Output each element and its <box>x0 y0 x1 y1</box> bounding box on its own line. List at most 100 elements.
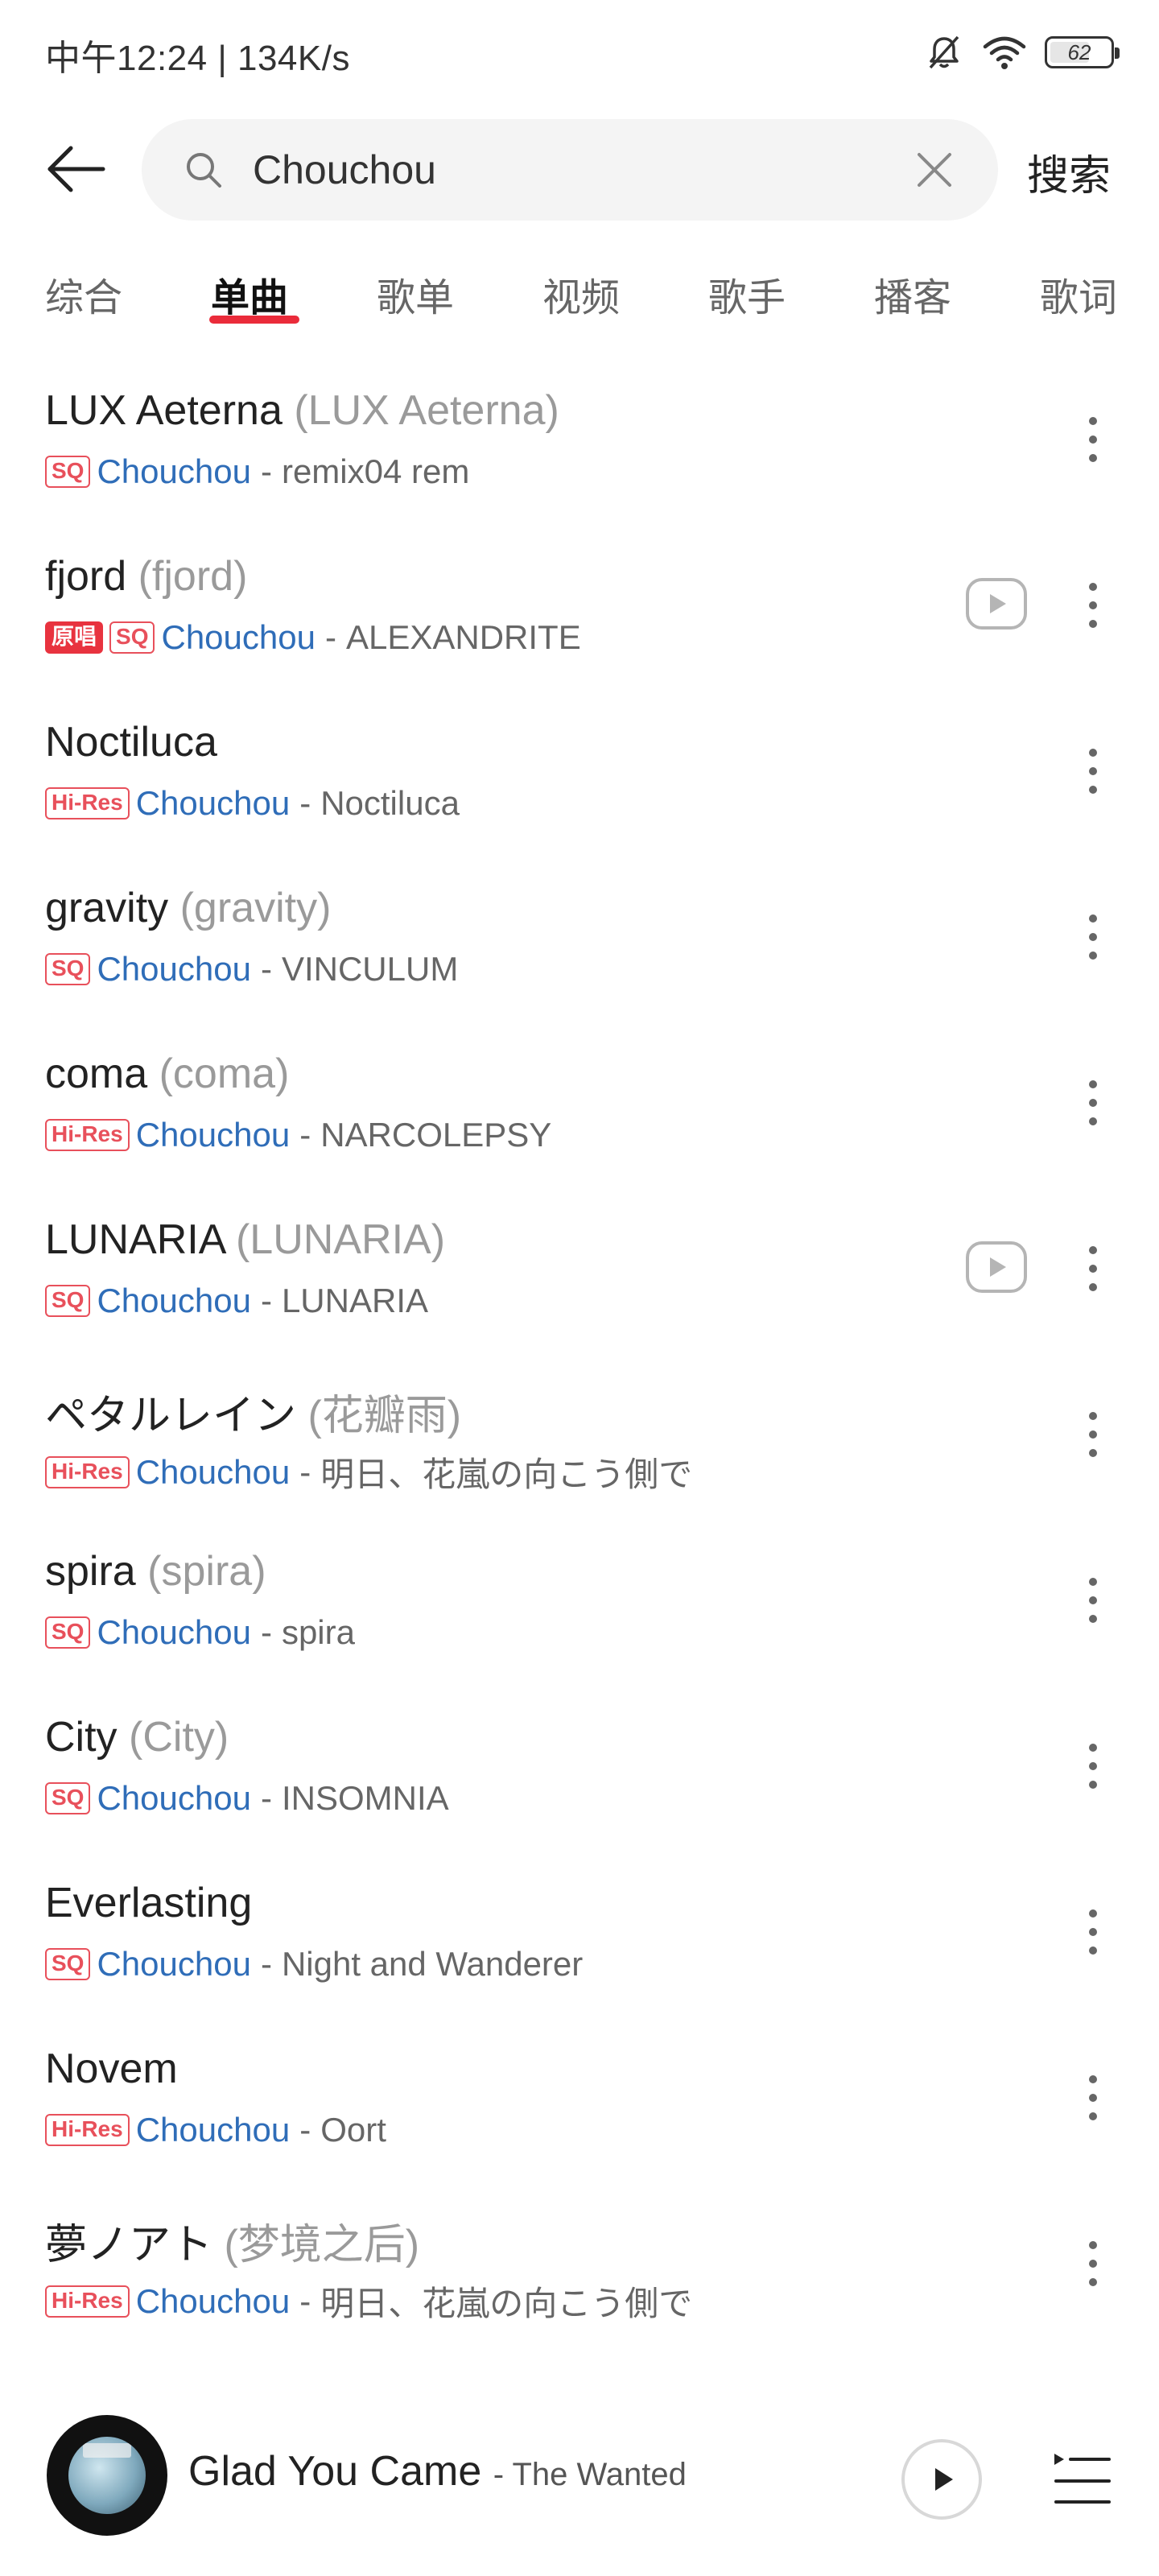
more-dot <box>1089 1449 1097 1457</box>
artist-link[interactable]: Chouchou <box>97 950 250 989</box>
song-name: LUNARIA <box>45 1216 225 1263</box>
more-dot <box>1089 1080 1097 1088</box>
now-playing-separator: - <box>493 2457 505 2492</box>
quality-badge: SQ <box>45 1616 91 1649</box>
song-meta: Hi-Res Chouchou - 明日、花嵐の向こう側で <box>45 2277 692 2326</box>
more-dot <box>1089 914 1097 923</box>
more-dot <box>1089 1596 1097 1604</box>
more-options-icon[interactable] <box>1070 1241 1116 1296</box>
album-name: ALEXANDRITE <box>345 618 581 656</box>
back-button[interactable] <box>42 135 109 203</box>
album-name: remix04 rem <box>281 452 470 490</box>
artist-link[interactable]: Chouchou <box>97 1282 250 1320</box>
quality-badge: 原唱 <box>45 621 104 654</box>
album-cover[interactable] <box>47 2415 167 2536</box>
tab-videos[interactable]: 视频 <box>542 266 620 322</box>
tab-artists[interactable]: 歌手 <box>708 266 786 322</box>
search-icon <box>187 153 221 188</box>
song-title: spira (spira) <box>45 1547 266 1596</box>
more-options-icon[interactable] <box>1070 2236 1116 2291</box>
search-box[interactable] <box>142 119 998 221</box>
artist-link[interactable]: Chouchou <box>136 784 290 823</box>
more-options-icon[interactable] <box>1070 578 1116 633</box>
artist-link[interactable]: Chouchou <box>136 1116 290 1154</box>
clear-icon[interactable] <box>914 150 955 190</box>
artist-link[interactable]: Chouchou <box>97 1945 250 1984</box>
play-button[interactable] <box>901 2439 982 2520</box>
now-playing-text[interactable]: Glad You Came - The Wanted <box>188 2447 687 2496</box>
more-dot <box>1089 952 1097 960</box>
tab-songs[interactable]: 单曲 <box>211 266 288 322</box>
arrow-left-icon <box>47 146 105 192</box>
song-row[interactable]: Noctiluca Hi-Res Chouchou - Noctiluca <box>0 686 1159 855</box>
song-row[interactable]: LUNARIA (LUNARIA) SQ Chouchou - LUNARIA <box>0 1183 1159 1352</box>
song-title: Noctiluca <box>45 718 217 766</box>
mv-play-icon[interactable] <box>964 576 1029 631</box>
more-options-icon[interactable] <box>1070 1905 1116 1959</box>
tab-podcasts[interactable]: 播客 <box>874 266 951 322</box>
more-dot <box>1089 767 1097 775</box>
mv-play-icon[interactable] <box>964 1240 1029 1294</box>
quality-badge: SQ <box>45 1782 91 1814</box>
song-row[interactable]: Novem Hi-Res Chouchou - Oort <box>0 2013 1159 2182</box>
song-alias: (coma) <box>159 1051 290 1097</box>
more-dot <box>1089 1578 1097 1586</box>
song-name: gravity <box>45 885 169 931</box>
song-row[interactable]: City (City) SQ Chouchou - INSOMNIA <box>0 1681 1159 1850</box>
album-name: Night and Wanderer <box>281 1945 584 1983</box>
song-title: LUX Aeterna (LUX Aeterna) <box>45 386 559 435</box>
search-button[interactable]: 搜索 <box>1027 142 1111 202</box>
artist-link[interactable]: Chouchou <box>97 1613 250 1652</box>
artist-link[interactable]: Chouchou <box>136 1453 290 1492</box>
song-row[interactable]: Everlasting SQ Chouchou - Night and Wanderer <box>0 1847 1159 2016</box>
wifi-icon <box>983 36 1026 69</box>
artist-link[interactable]: Chouchou <box>136 2282 290 2321</box>
battery-level: 62 <box>1067 39 1091 64</box>
tab-overall[interactable]: 综合 <box>45 266 122 322</box>
artist-link[interactable]: Chouchou <box>97 1779 250 1818</box>
more-dot <box>1089 1117 1097 1125</box>
song-row[interactable]: LUX Aeterna (LUX Aeterna) SQ Chouchou - remi… <box>0 354 1159 523</box>
more-options-icon[interactable] <box>1070 1573 1116 1628</box>
artist-link[interactable]: Chouchou <box>161 618 315 657</box>
more-options-icon[interactable] <box>1070 744 1116 799</box>
song-name: fjord <box>45 553 127 600</box>
more-options-icon[interactable] <box>1070 1407 1116 1462</box>
song-meta: SQ Chouchou - LUNARIA <box>45 1282 428 1320</box>
album-name: VINCULUM <box>281 950 459 988</box>
playlist-queue-icon[interactable] <box>1051 2449 1112 2510</box>
artist-link[interactable]: Chouchou <box>97 452 250 491</box>
album-name: spira <box>281 1613 355 1651</box>
search-input[interactable] <box>253 119 897 221</box>
song-row[interactable]: gravity (gravity) SQ Chouchou - VINCULUM <box>0 852 1159 1021</box>
now-playing-title: Glad You Came <box>188 2448 482 2495</box>
status-time: 中午12:24 | 134K/s <box>45 39 350 78</box>
battery-icon: 62 <box>1045 36 1120 68</box>
more-options-icon[interactable] <box>1070 412 1116 467</box>
artist-link[interactable]: Chouchou <box>136 2111 290 2149</box>
song-row[interactable]: coma (coma) Hi-Res Chouchou - NARCOLEPSY <box>0 1018 1159 1187</box>
song-row[interactable]: spira (spira) SQ Chouchou - spira <box>0 1515 1159 1684</box>
more-options-icon[interactable] <box>1070 1075 1116 1130</box>
more-dot <box>1089 1265 1097 1273</box>
album-separator: - <box>324 618 336 656</box>
more-dot <box>1089 2075 1097 2083</box>
more-dot <box>1089 620 1097 628</box>
mini-player[interactable]: Glad You Came - The Wanted <box>0 2383 1159 2576</box>
more-dot <box>1089 1762 1097 1770</box>
tab-lyrics[interactable]: 歌词 <box>1040 266 1117 322</box>
more-options-icon[interactable] <box>1070 1739 1116 1794</box>
song-row[interactable]: ペタルレイン (花瓣雨) Hi-Res Chouchou - 明日、花嵐の向こう側で <box>0 1349 1159 1518</box>
song-alias: (梦境之后) <box>224 2222 420 2268</box>
more-options-icon[interactable] <box>1070 910 1116 964</box>
song-row[interactable]: 夢ノアト (梦境之后) Hi-Res Chouchou - 明日、花嵐の向こう側で <box>0 2178 1159 2347</box>
tab-playlists[interactable]: 歌单 <box>377 266 454 322</box>
album-separator: - <box>260 1282 272 1319</box>
more-dot <box>1089 454 1097 462</box>
album-separator: - <box>299 2111 311 2149</box>
more-dot <box>1089 933 1097 941</box>
more-options-icon[interactable] <box>1070 2070 1116 2125</box>
song-row[interactable]: fjord (fjord) 原唱 SQ Chouchou - ALEXANDRITE <box>0 520 1159 689</box>
quality-badge: SQ <box>45 1285 91 1317</box>
quality-badge: SQ <box>45 456 91 488</box>
